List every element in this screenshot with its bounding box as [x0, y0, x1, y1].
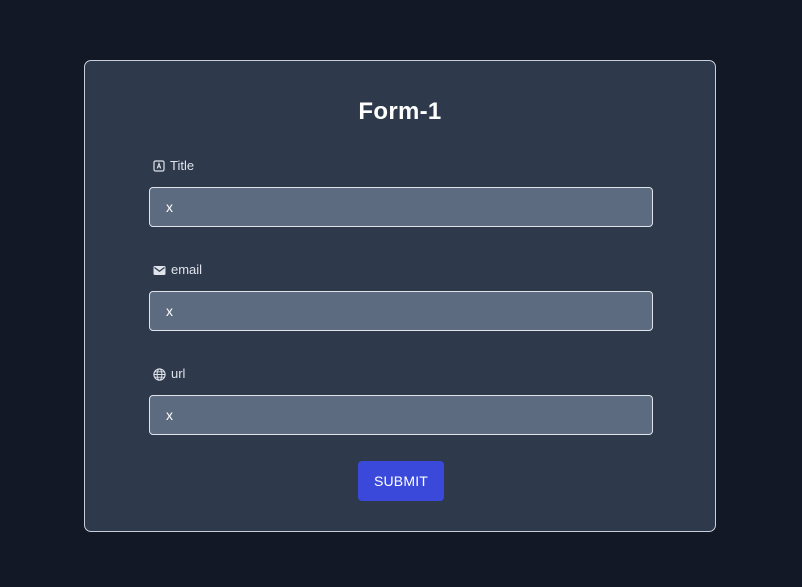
form-card: Form-1 Title email [84, 60, 716, 532]
submit-button[interactable]: SUBMIT [358, 461, 444, 501]
field-title: Title [149, 158, 653, 227]
title-label-text: Title [170, 158, 195, 173]
field-label-email: email [149, 262, 653, 278]
email-input[interactable] [149, 291, 653, 331]
field-label-url: url [149, 366, 653, 382]
field-url: url [149, 366, 653, 435]
email-label-text: email [171, 262, 203, 277]
mail-icon [153, 265, 171, 276]
field-email: email [149, 262, 653, 331]
title-input[interactable] [149, 187, 653, 227]
url-label-text: url [171, 366, 186, 381]
text-field-icon [153, 160, 170, 172]
field-label-title: Title [149, 158, 653, 174]
url-input[interactable] [149, 395, 653, 435]
globe-icon [153, 367, 171, 381]
form-title: Form-1 [358, 98, 442, 125]
